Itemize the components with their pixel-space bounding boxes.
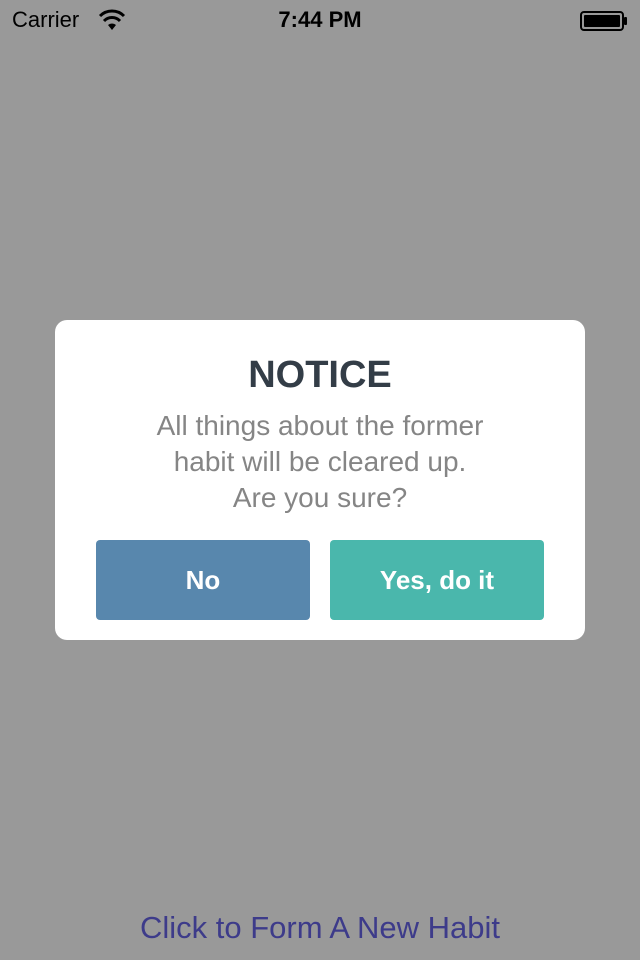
no-button[interactable]: No — [96, 540, 310, 620]
dialog-title: NOTICE — [248, 354, 392, 396]
form-new-habit-link[interactable]: Click to Form A New Habit — [0, 910, 640, 946]
dialog-message: All things about the former habit will b… — [85, 408, 555, 516]
status-time: 7:44 PM — [278, 7, 362, 32]
dialog-message-line: All things about the former — [156, 410, 484, 441]
yes-do-it-button[interactable]: Yes, do it — [330, 540, 544, 620]
battery-icon — [580, 11, 627, 31]
dialog-message-line: Are you sure? — [232, 482, 408, 513]
dialog-message-line: habit will be cleared up. — [173, 446, 467, 477]
confirm-dialog: NOTICE All things about the former habit… — [55, 320, 585, 640]
status-bar: Carrier 7:44 PM — [0, 0, 640, 40]
